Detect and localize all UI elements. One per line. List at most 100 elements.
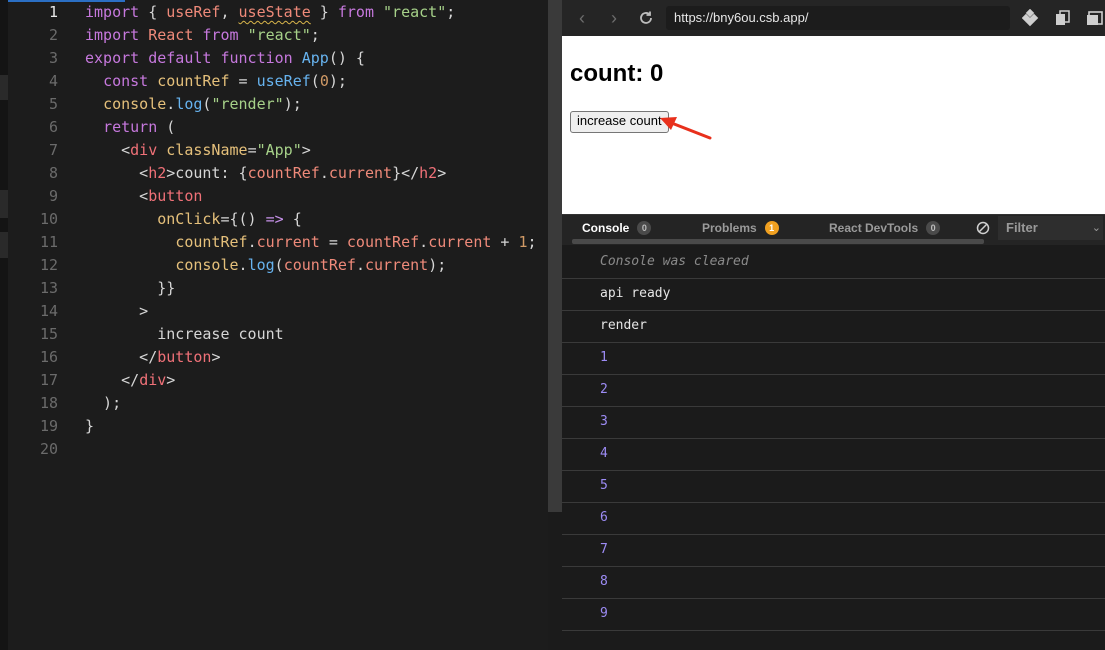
reload-icon[interactable] xyxy=(637,9,655,27)
code-text: ); xyxy=(85,392,121,415)
code-token: import xyxy=(85,26,140,44)
code-token: >count: { xyxy=(166,164,248,182)
gutter-marker xyxy=(0,75,8,100)
code-token: "react" xyxy=(247,26,311,44)
code-token: </ xyxy=(85,371,140,389)
code-token: () { xyxy=(328,49,365,67)
problems-count-badge: 1 xyxy=(764,220,779,235)
window-icon[interactable] xyxy=(1086,9,1104,27)
code-token: ; xyxy=(527,233,537,251)
code-token: React xyxy=(148,26,194,44)
tab-console[interactable]: Console 0 xyxy=(582,215,652,241)
line-number: 6 xyxy=(48,118,58,136)
gutter-marker xyxy=(0,232,8,258)
code-token: className xyxy=(166,141,248,159)
code-token: "react" xyxy=(383,3,447,21)
code-token: from xyxy=(337,3,374,21)
code-token: 1 xyxy=(518,233,528,251)
code-token: }</ xyxy=(392,164,420,182)
code-token: . xyxy=(319,164,329,182)
console-entry-text: 4 xyxy=(600,446,608,461)
code-token: h2 xyxy=(148,164,167,182)
tab-problems[interactable]: Problems 1 xyxy=(702,215,779,241)
code-token: console xyxy=(175,256,239,274)
code-text: console.log("render"); xyxy=(85,93,302,116)
code-text: <h2>count: {countRef.current}</h2> xyxy=(85,162,446,185)
code-editor[interactable]: 1 import { useRef, useState } from "react… xyxy=(0,0,548,650)
code-token: ={() xyxy=(220,210,266,228)
line-number: 4 xyxy=(48,72,58,90)
console-entry-text: Console was cleared xyxy=(600,254,749,269)
code-token: ); xyxy=(328,72,347,90)
code-token: ( xyxy=(157,118,176,136)
code-text: const countRef = useRef(0); xyxy=(85,70,347,93)
copy-icon[interactable] xyxy=(1054,9,1072,27)
codesandbox-icon[interactable] xyxy=(1022,9,1040,27)
code-token: countRef xyxy=(175,233,248,251)
code-token: current xyxy=(256,233,320,251)
chevron-down-icon[interactable]: ⌄ xyxy=(1092,216,1101,240)
console-entry: 5 xyxy=(562,470,1105,503)
code-token: countRef xyxy=(157,72,230,90)
code-token: "App" xyxy=(256,141,302,159)
code-text: </div> xyxy=(85,369,175,392)
tabs-scrollbar[interactable] xyxy=(572,239,984,244)
code-token: default xyxy=(148,49,212,67)
code-text: export default function App() { xyxy=(85,47,365,70)
code-token: countRef xyxy=(283,256,356,274)
line-number: 10 xyxy=(39,210,58,228)
code-token: } xyxy=(85,417,95,435)
console-entry: 9 xyxy=(562,598,1105,631)
line-number: 18 xyxy=(39,394,58,412)
code-token: div xyxy=(139,371,167,389)
code-token: App xyxy=(301,49,329,67)
code-token: . xyxy=(238,256,248,274)
code-token: { xyxy=(283,210,302,228)
code-token: = xyxy=(319,233,347,251)
tab-console-label: Console xyxy=(582,221,630,235)
console-entry: 4 xyxy=(562,438,1105,471)
clear-console-icon[interactable] xyxy=(976,221,990,235)
browser-toolbar: ‹ › https://bny6ou.csb.app/ xyxy=(562,0,1105,36)
line-number: 1 xyxy=(48,3,58,21)
code-token: div xyxy=(130,141,158,159)
filter-input[interactable]: Filter ⌄ xyxy=(998,216,1103,240)
line-number: 20 xyxy=(39,440,58,458)
code-token: . xyxy=(419,233,429,251)
line-number: 17 xyxy=(39,371,58,389)
code-token: log xyxy=(175,95,203,113)
console-entry: 6 xyxy=(562,502,1105,535)
line-number: 12 xyxy=(39,256,58,274)
code-token: . xyxy=(355,256,365,274)
back-icon[interactable]: ‹ xyxy=(572,8,592,28)
code-token: > xyxy=(166,371,176,389)
increase-count-button[interactable]: increase count xyxy=(570,111,669,133)
url-bar[interactable]: https://bny6ou.csb.app/ xyxy=(666,6,1010,30)
line-number: 11 xyxy=(39,233,58,251)
code-token: > xyxy=(211,348,221,366)
console-entry: 3 xyxy=(562,406,1105,439)
count-heading: count: 0 xyxy=(570,60,664,87)
code-token: + xyxy=(491,233,519,251)
forward-icon[interactable]: › xyxy=(604,8,624,28)
tab-react-devtools[interactable]: React DevTools 0 xyxy=(829,215,941,241)
browser-preview: ‹ › https://bny6ou.csb.app/ count: 0 inc… xyxy=(562,0,1105,650)
code-token: = xyxy=(247,141,257,159)
code-token: from xyxy=(202,26,239,44)
code-token: < xyxy=(85,141,131,159)
editor-scrollbar[interactable] xyxy=(548,0,562,512)
app-viewport: count: 0 increase count xyxy=(562,36,1105,214)
console-entry: api ready xyxy=(562,278,1105,311)
code-token: const xyxy=(103,72,149,90)
code-text: onClick={() => { xyxy=(85,208,302,231)
code-token: current xyxy=(364,256,429,274)
code-text: countRef.current = countRef.current + 1; xyxy=(85,231,537,254)
line-number: 13 xyxy=(39,279,58,297)
code-token: "render" xyxy=(211,95,284,113)
code-token: countRef xyxy=(346,233,420,251)
